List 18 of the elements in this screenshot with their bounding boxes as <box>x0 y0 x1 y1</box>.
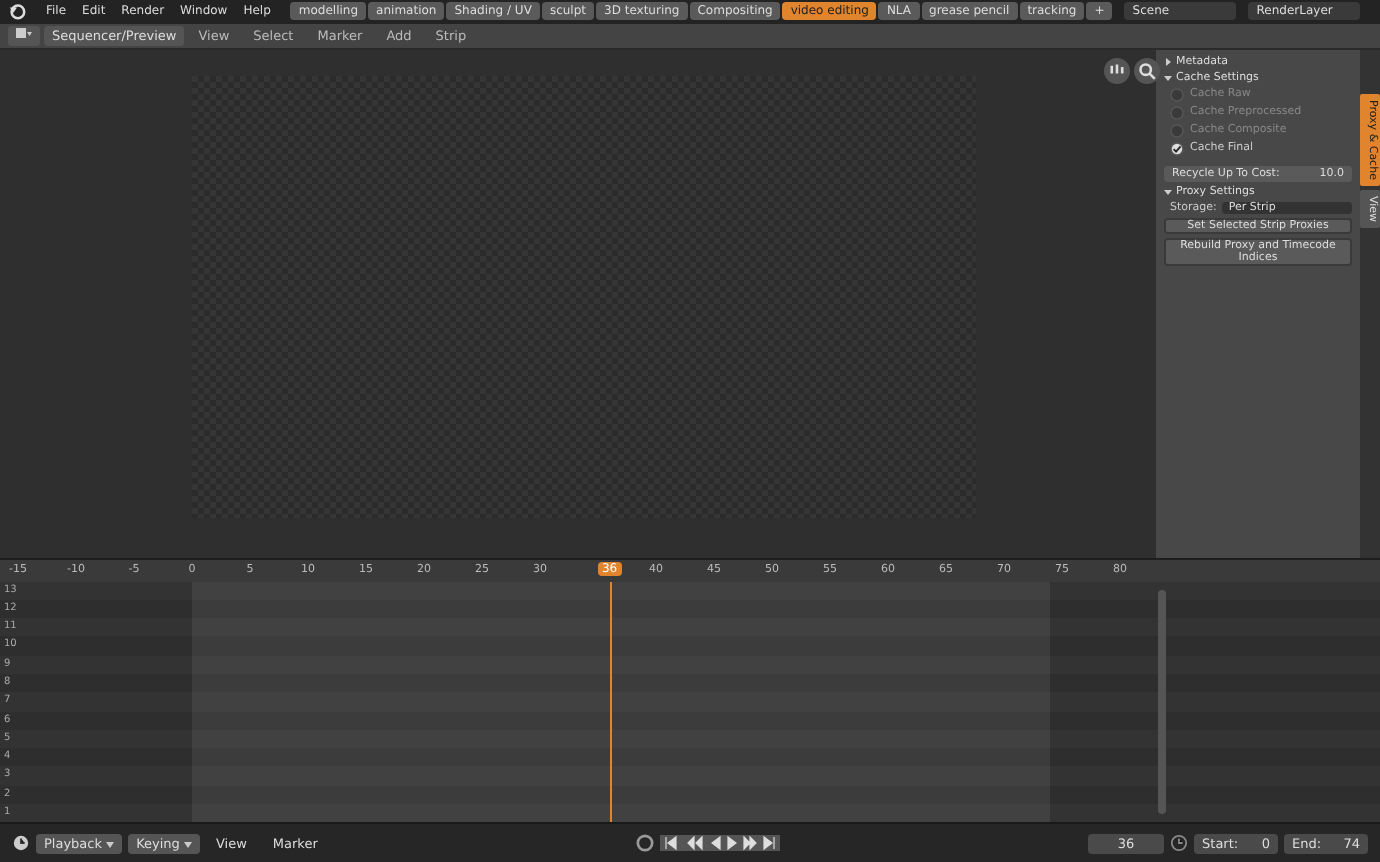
checkbox[interactable] <box>1170 87 1184 102</box>
checkbox[interactable] <box>1170 141 1184 156</box>
playback-controls-icon[interactable] <box>659 834 780 853</box>
checkbox[interactable] <box>1170 105 1184 120</box>
zoom-icon[interactable] <box>1134 57 1160 84</box>
editor-type-icon <box>16 27 32 40</box>
checkbox[interactable] <box>1170 123 1184 138</box>
scrollbar[interactable] <box>1158 589 1166 815</box>
expanded-arrow-icon[interactable] <box>1164 73 1172 82</box>
record-icon[interactable] <box>635 834 654 853</box>
editor-type-button[interactable] <box>8 25 40 46</box>
expanded-arrow-icon[interactable] <box>1164 187 1172 196</box>
app-logo-icon[interactable] <box>8 2 26 21</box>
clock-icon[interactable] <box>12 834 30 853</box>
caret-icon <box>106 841 115 848</box>
clock-icon[interactable] <box>1170 834 1189 853</box>
collapsed-arrow-icon[interactable] <box>1164 57 1172 66</box>
caret-icon <box>183 841 192 848</box>
